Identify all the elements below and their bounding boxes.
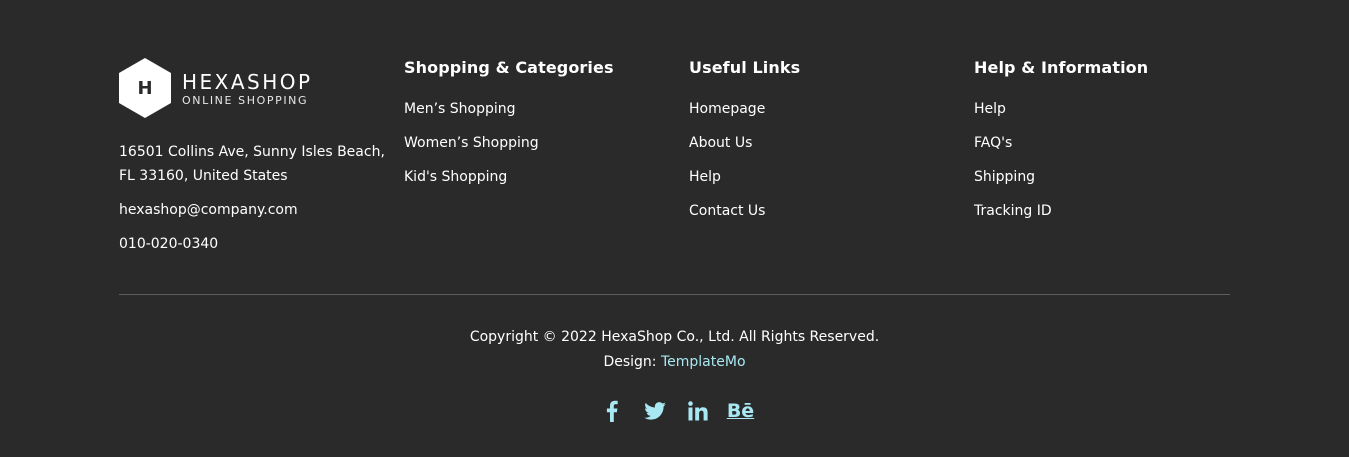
list-item: Men’s Shopping <box>404 99 664 119</box>
behance-icon[interactable]: Bē <box>719 398 762 424</box>
footer-bottom: Copyright © 2022 HexaShop Co., Ltd. All … <box>0 325 1349 375</box>
logo-tagline: ONLINE SHOPPING <box>182 94 309 107</box>
list-item: FAQ's <box>974 133 1234 153</box>
help-info-link[interactable]: Help <box>974 101 1006 117</box>
hexagon-logo-icon: H <box>119 58 171 118</box>
address-line-1: 16501 Collins Ave, Sunny Isles Beach, <box>119 144 385 160</box>
list-item: Homepage <box>689 99 949 119</box>
list-item: Shipping <box>974 167 1234 187</box>
kids-shopping-link[interactable]: Kid's Shopping <box>404 169 507 185</box>
address: 16501 Collins Ave, Sunny Isles Beach, FL… <box>119 140 389 188</box>
list-item: Tracking ID <box>974 201 1234 221</box>
list-item: Help <box>689 167 949 187</box>
address-line-2: FL 33160, United States <box>119 168 288 184</box>
shipping-link[interactable]: Shipping <box>974 169 1035 185</box>
column-title: Help & Information <box>974 58 1149 77</box>
column-title: Useful Links <box>689 58 801 77</box>
useful-links-column: Useful Links Homepage About Us Help Cont… <box>689 58 949 235</box>
tracking-id-link[interactable]: Tracking ID <box>974 203 1052 219</box>
column-title: Shopping & Categories <box>404 58 614 77</box>
phone-number: 010-020-0340 <box>119 236 219 252</box>
brand-column: H HEXASHOP ONLINE SHOPPING 16501 Collins… <box>119 58 389 256</box>
contact-us-link[interactable]: Contact Us <box>689 203 765 219</box>
list-item: Help <box>974 99 1234 119</box>
linkedin-icon[interactable] <box>676 398 719 424</box>
logo[interactable]: H HEXASHOP ONLINE SHOPPING <box>119 58 389 118</box>
womens-shopping-link[interactable]: Women’s Shopping <box>404 135 539 151</box>
twitter-icon[interactable] <box>633 398 676 424</box>
link-list: Homepage About Us Help Contact Us <box>689 99 949 221</box>
social-links: Bē <box>590 398 762 424</box>
copyright-text: Copyright © 2022 HexaShop Co., Ltd. All … <box>469 329 880 345</box>
design-credit: Design: TemplateMo <box>0 350 1349 375</box>
email-link[interactable]: hexashop@company.com <box>119 198 389 222</box>
logo-title: HEXASHOP <box>182 70 313 94</box>
templatemo-link[interactable]: TemplateMo <box>661 354 746 370</box>
design-label: Design: <box>603 354 661 370</box>
faqs-link[interactable]: FAQ's <box>974 135 1012 151</box>
help-link[interactable]: Help <box>689 169 721 185</box>
link-list: Men’s Shopping Women’s Shopping Kid's Sh… <box>404 99 664 187</box>
logo-text: HEXASHOP ONLINE SHOPPING <box>182 70 313 108</box>
shopping-categories-column: Shopping & Categories Men’s Shopping Wom… <box>404 58 664 201</box>
site-footer: H HEXASHOP ONLINE SHOPPING 16501 Collins… <box>0 0 1349 457</box>
list-item: About Us <box>689 133 949 153</box>
list-item: Contact Us <box>689 201 949 221</box>
help-information-column: Help & Information Help FAQ's Shipping T… <box>974 58 1234 235</box>
homepage-link[interactable]: Homepage <box>689 101 765 117</box>
facebook-icon[interactable] <box>590 398 633 424</box>
footer-divider <box>119 294 1230 295</box>
list-item: Kid's Shopping <box>404 167 664 187</box>
link-list: Help FAQ's Shipping Tracking ID <box>974 99 1234 221</box>
about-us-link[interactable]: About Us <box>689 135 752 151</box>
list-item: Women’s Shopping <box>404 133 664 153</box>
mens-shopping-link[interactable]: Men’s Shopping <box>404 101 516 117</box>
logo-letter: H <box>137 77 153 99</box>
